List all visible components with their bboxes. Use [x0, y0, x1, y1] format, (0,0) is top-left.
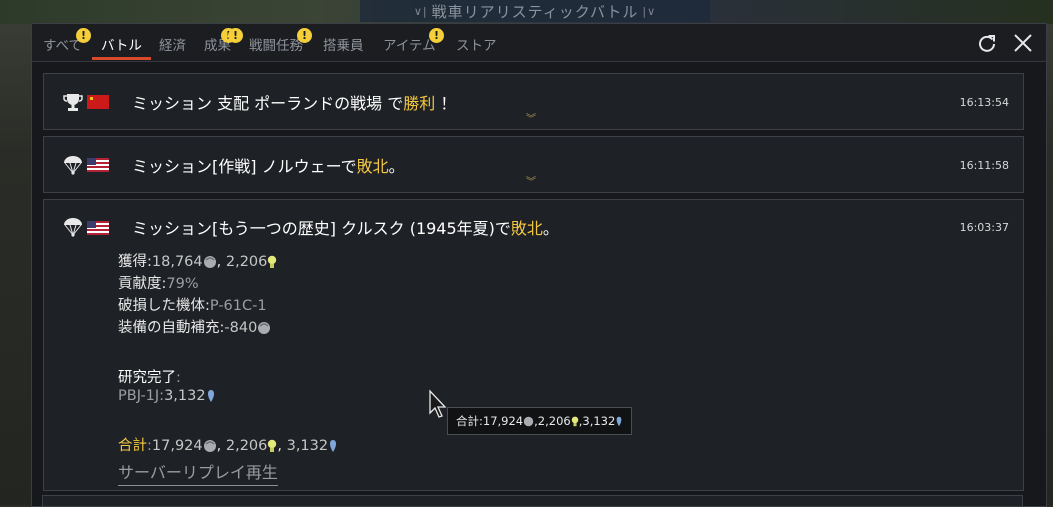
log-entry[interactable]: ミッション 支配 ポーランドの戦場 で勝利 ！ 16:13:54 ︾: [43, 73, 1024, 130]
refresh-icon[interactable]: [976, 32, 998, 54]
total-row: 合計:17,924, 2,206, 3,132: [118, 434, 338, 455]
alert-icon: !: [429, 28, 444, 43]
destroyed-vehicle-row: 破損した機体:P-61C-1: [118, 298, 267, 314]
parachute-icon: [64, 156, 82, 175]
active-tab-indicator: [92, 57, 151, 60]
tab-crew[interactable]: 搭乗員!: [297, 28, 364, 54]
log-entry[interactable]: ミッション[作戦] ノルウェーで敗北。 16:11:58 ︾: [43, 136, 1024, 193]
trophy-icon: [63, 94, 83, 111]
close-icon[interactable]: [1012, 32, 1034, 54]
result-defeat: 敗北: [510, 219, 543, 238]
game-mode-banner: ∨| 戦車リアリスティックバトル |∨: [360, 0, 710, 22]
entry-title: ミッション 支配 ポーランドの戦場 で勝利 ！: [132, 94, 457, 113]
research-points-icon: [268, 255, 277, 268]
result-defeat: 敗北: [356, 157, 389, 176]
result-victory: 勝利: [403, 94, 436, 113]
silver-lion-icon: [523, 416, 534, 426]
contribution-row: 貢献度:79%: [118, 276, 199, 292]
mouse-cursor-icon: [429, 389, 447, 418]
research-points-icon: [268, 439, 277, 452]
ussr-flag-icon: [87, 95, 109, 109]
chevron-down-icon: |∨: [642, 4, 657, 18]
alert-icon: !: [76, 28, 91, 43]
tab-items[interactable]: アイテム!: [383, 28, 444, 54]
entry-title: ミッション[作戦] ノルウェーで敗北。: [132, 157, 405, 176]
entry-time: 16:11:58: [959, 159, 1009, 172]
entry-time: 16:13:54: [959, 96, 1009, 109]
vehicle-research-icon: [207, 390, 214, 402]
earned-row: 獲得:18,764, 2,206: [118, 250, 277, 271]
silver-lion-icon: [258, 322, 271, 334]
tab-bar: すべて バトル! 経済 成果! 戦闘任務! 搭乗員! アイテム! ストア: [32, 24, 1046, 62]
expand-chevron-icon[interactable]: ︾: [526, 115, 536, 125]
server-replay-link[interactable]: サーバーリプレイ再生: [118, 459, 278, 486]
silver-lion-icon: [203, 256, 216, 268]
expand-chevron-icon[interactable]: ︾: [526, 178, 536, 188]
research-item-row: PBJ-1J:3,132: [118, 388, 216, 404]
total-tooltip: 合計: 17,924, 2,206, 3,132: [447, 407, 633, 435]
log-entry-expanded[interactable]: ミッション[もう一つの歴史] クルスク (1945年夏)で敗北。 16:03:3…: [43, 199, 1024, 491]
silver-lion-icon: [203, 440, 216, 452]
usa-flag-icon: [87, 158, 109, 172]
tab-economy[interactable]: 経済: [159, 34, 186, 54]
log-entry-partial[interactable]: [42, 495, 1023, 506]
tab-battle[interactable]: バトル!: [76, 28, 142, 54]
auto-repair-row: 装備の自動補充:-840: [118, 316, 271, 337]
vehicle-research-icon: [330, 440, 337, 452]
usa-flag-icon: [87, 221, 109, 235]
game-mode-label: 戦車リアリスティックバトル: [431, 2, 639, 21]
entry-time: 16:03:37: [959, 221, 1009, 234]
tab-achievements[interactable]: 成果!: [204, 28, 236, 54]
tab-battle-tasks[interactable]: 戦闘任務!: [228, 28, 303, 54]
vehicle-research-icon: [616, 416, 622, 426]
alert-icon: !: [228, 28, 243, 43]
research-complete-heading: 研究完了:: [118, 370, 181, 386]
chevron-down-icon: ∨|: [413, 4, 428, 18]
entry-title: ミッション[もう一つの歴史] クルスク (1945年夏)で敗北。: [132, 219, 559, 238]
alert-icon: !: [297, 28, 312, 43]
tab-store[interactable]: ストア: [456, 34, 497, 54]
research-points-icon: [571, 416, 579, 426]
parachute-icon: [64, 218, 82, 237]
